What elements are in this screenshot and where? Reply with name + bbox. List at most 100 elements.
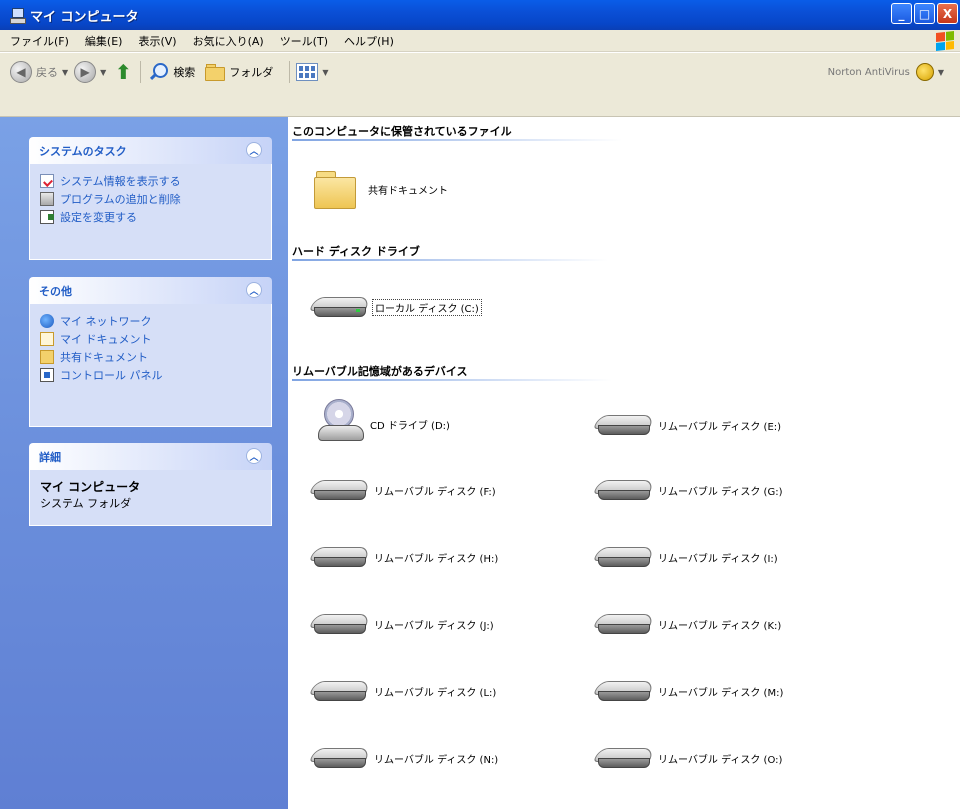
- back-dropdown-icon[interactable]: ▼: [62, 68, 68, 77]
- system-tasks-panel: システムのタスク ︿ システム情報を表示する プログラムの追加と削除 設定を変更…: [29, 137, 272, 260]
- removable-disk-item[interactable]: リムーバブル ディスク (E:): [593, 411, 781, 439]
- system-tasks-header[interactable]: システムのタスク ︿: [29, 137, 272, 164]
- system-tasks-title: システムのタスク: [39, 144, 127, 158]
- place-my-documents[interactable]: マイ ドキュメント: [40, 330, 261, 348]
- removable-disk-item[interactable]: リムーバブル ディスク (K:): [593, 610, 782, 638]
- removable-disk-icon: [309, 543, 371, 571]
- item-label: リムーバブル ディスク (G:): [658, 486, 783, 498]
- task-pane: システムのタスク ︿ システム情報を表示する プログラムの追加と削除 設定を変更…: [0, 117, 288, 809]
- back-button[interactable]: ◀: [10, 61, 32, 83]
- place-label: コントロール パネル: [60, 369, 163, 382]
- toolbar: ◀ 戻る ▼ ▶ ▼ ⬆ 検索 フォルダ ▼ Norton AntiVirus …: [0, 53, 960, 117]
- removable-disk-icon: [309, 476, 371, 504]
- toolbar-separator: [140, 61, 142, 83]
- menu-edit[interactable]: 編集(E): [85, 33, 123, 49]
- item-label: リムーバブル ディスク (O:): [658, 754, 783, 766]
- menu-favorites[interactable]: お気に入り(A): [193, 33, 264, 49]
- menu-help[interactable]: ヘルプ(H): [344, 33, 394, 49]
- details-header[interactable]: 詳細 ︿: [29, 443, 272, 470]
- search-icon[interactable]: [147, 61, 169, 83]
- forward-dropdown-icon[interactable]: ▼: [100, 68, 106, 77]
- removable-disk-icon: [593, 677, 655, 705]
- maximize-button[interactable]: □: [914, 3, 935, 24]
- removable-disk-item[interactable]: リムーバブル ディスク (L:): [309, 677, 496, 705]
- views-dropdown-icon[interactable]: ▼: [322, 68, 328, 77]
- norton-dropdown-icon[interactable]: ▼: [938, 68, 944, 77]
- removable-disk-item[interactable]: リムーバブル ディスク (I:): [593, 543, 778, 571]
- other-places-panel: その他 ︿ マイ ネットワーク マイ ドキュメント 共有ドキュメント コントロー…: [29, 277, 272, 427]
- folders-button-label[interactable]: フォルダ: [229, 64, 273, 80]
- collapse-chevron-icon[interactable]: ︿: [246, 448, 262, 464]
- folder-icon: [40, 350, 54, 364]
- cd-drive-icon: [316, 399, 366, 449]
- removable-disk-item[interactable]: リムーバブル ディスク (H:): [309, 543, 499, 571]
- removable-disk-item[interactable]: リムーバブル ディスク (M:): [593, 677, 784, 705]
- item-label: CD ドライブ (D:): [370, 420, 450, 432]
- content-area: このコンピュータに保管されているファイル 共有ドキュメント ハード ディスク ド…: [288, 117, 960, 809]
- hard-drive-icon: [309, 293, 371, 321]
- item-label: リムーバブル ディスク (M:): [658, 687, 784, 699]
- back-label: 戻る: [36, 66, 58, 79]
- item-label: リムーバブル ディスク (N:): [374, 754, 499, 766]
- removable-disk-item[interactable]: リムーバブル ディスク (F:): [309, 476, 496, 504]
- item-label: リムーバブル ディスク (J:): [374, 620, 494, 632]
- norton-toolbar[interactable]: Norton AntiVirus ▼: [828, 63, 950, 81]
- removable-disk-icon: [309, 677, 371, 705]
- menu-tools[interactable]: ツール(T): [280, 33, 328, 49]
- window-title: マイ コンピュータ: [30, 9, 139, 25]
- forward-button[interactable]: ▶: [74, 61, 97, 83]
- removable-disk-icon: [593, 543, 655, 571]
- place-control-panel[interactable]: コントロール パネル: [40, 366, 261, 384]
- title-bar[interactable]: マイ コンピュータ _ □ X: [0, 0, 960, 30]
- explorer-window: マイ コンピュータ _ □ X ファイル(F) 編集(E) 表示(V) お気に入…: [0, 0, 960, 809]
- norton-icon[interactable]: [915, 63, 934, 81]
- my-documents-icon: [40, 332, 54, 346]
- place-my-network[interactable]: マイ ネットワーク: [40, 312, 261, 330]
- removable-disk-item[interactable]: リムーバブル ディスク (G:): [593, 476, 783, 504]
- close-button[interactable]: X: [937, 3, 958, 24]
- menu-view[interactable]: 表示(V): [138, 33, 176, 49]
- details-panel: 詳細 ︿ マイ コンピュータ システム フォルダ: [29, 443, 272, 526]
- other-places-title: その他: [39, 284, 72, 298]
- forward-arrow-icon: ▶: [80, 65, 90, 79]
- minimize-button[interactable]: _: [891, 3, 912, 24]
- back-arrow-icon: ◀: [16, 65, 26, 79]
- removable-disk-icon: [309, 744, 371, 772]
- menu-file[interactable]: ファイル(F): [10, 33, 69, 49]
- task-add-remove-programs[interactable]: プログラムの追加と削除: [40, 190, 261, 208]
- removable-disk-item[interactable]: リムーバブル ディスク (N:): [309, 744, 499, 772]
- my-computer-icon: [10, 7, 26, 24]
- task-change-setting[interactable]: 設定を変更する: [40, 208, 261, 226]
- group-header-removable: リムーバブル記憶域があるデバイス: [292, 365, 468, 378]
- collapse-chevron-icon[interactable]: ︿: [246, 282, 262, 298]
- removable-disk-item[interactable]: リムーバブル ディスク (J:): [309, 610, 494, 638]
- task-view-system-info[interactable]: システム情報を表示する: [40, 172, 261, 190]
- group-header-hard-disk: ハード ディスク ドライブ: [292, 245, 420, 258]
- up-folder-button[interactable]: ⬆: [112, 60, 134, 84]
- system-tasks-body: システム情報を表示する プログラムの追加と削除 設定を変更する: [29, 164, 272, 260]
- details-name: マイ コンピュータ: [40, 480, 141, 494]
- local-disk-item[interactable]: ローカル ディスク (C:): [309, 293, 482, 321]
- place-label: マイ ネットワーク: [60, 315, 152, 328]
- place-label: マイ ドキュメント: [60, 333, 152, 346]
- removable-disk-item[interactable]: リムーバブル ディスク (O:): [593, 744, 783, 772]
- removable-disk-icon: [593, 411, 655, 439]
- place-shared-documents[interactable]: 共有ドキュメント: [40, 348, 261, 366]
- search-button-label[interactable]: 検索: [173, 64, 195, 80]
- task-label: システム情報を表示する: [60, 175, 181, 188]
- shared-documents-item[interactable]: 共有ドキュメント: [312, 167, 448, 211]
- cd-drive-item[interactable]: CD ドライブ (D:): [316, 399, 450, 449]
- window-controls: _ □ X: [891, 3, 958, 24]
- views-icon[interactable]: [296, 63, 319, 81]
- group-divider: [292, 259, 608, 261]
- task-label: 設定を変更する: [60, 211, 137, 224]
- task-label: プログラムの追加と削除: [60, 193, 181, 206]
- collapse-chevron-icon[interactable]: ︿: [246, 142, 262, 158]
- item-label: リムーバブル ディスク (K:): [658, 620, 782, 632]
- removable-disk-icon: [309, 610, 371, 638]
- other-places-header[interactable]: その他 ︿: [29, 277, 272, 304]
- item-label: ローカル ディスク (C:): [372, 298, 482, 316]
- folders-icon[interactable]: [205, 64, 226, 81]
- item-label: リムーバブル ディスク (H:): [374, 553, 499, 565]
- removable-disk-icon: [593, 476, 655, 504]
